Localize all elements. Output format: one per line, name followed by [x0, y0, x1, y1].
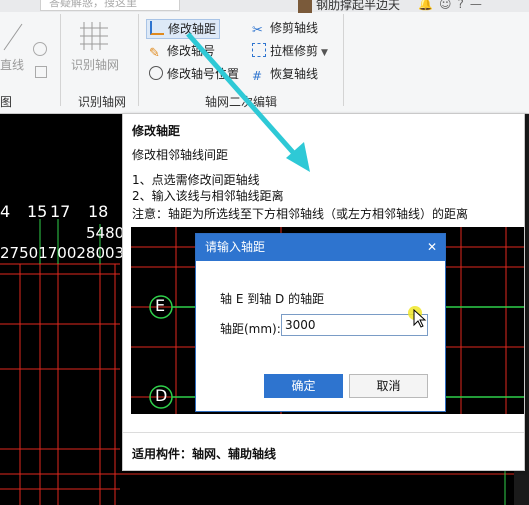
tooltip-note: 注意：轴距为所选线至下方相邻轴线（或左方相邻轴线）的距离 [132, 207, 469, 221]
spacing-label: 轴距(mm): [220, 322, 281, 336]
tooltip-title: 修改轴距 [132, 124, 181, 138]
search-input[interactable]: 答疑解惑，搜这里 [40, 0, 180, 11]
chevron-down-icon[interactable]: ▼ [321, 48, 328, 58]
user-account[interactable]: 钢肋撑起半边天 [298, 0, 400, 13]
rect-tool-icon[interactable] [35, 66, 47, 78]
line-tool-icon [3, 23, 23, 51]
circle-tool-icon[interactable] [33, 42, 47, 56]
chat-icon[interactable]: ☺ [439, 0, 458, 11]
axis-number-15: 15 [27, 202, 48, 221]
close-icon[interactable]: ✕ [427, 234, 437, 261]
edit-label-icon: ✎ [149, 46, 160, 61]
dimension-row: 275017002800320 [0, 244, 122, 262]
axis-number-4: 4 [0, 202, 11, 221]
avatar [298, 0, 312, 13]
dialog-title: 请输入轴距 [205, 240, 266, 254]
grid-recognize-icon [80, 22, 108, 50]
tooltip-footer: 适用构件：轴网、辅助轴线 [123, 432, 524, 471]
axis-label-d: D [155, 386, 168, 405]
axis-number-17: 17 [50, 202, 71, 221]
edit-spacing-icon [150, 21, 164, 35]
separator [138, 14, 139, 106]
dialog-message: 轴 E 到轴 D 的轴距 [220, 292, 325, 306]
dialog-title-bar: 请输入轴距 ✕ [196, 234, 445, 261]
axis-label-e: E [155, 296, 166, 315]
help-icon[interactable]: ? [457, 0, 469, 11]
spacing-input[interactable]: 3000 [281, 314, 428, 336]
grid-group-label: 识别轴网 [78, 95, 127, 109]
separator [343, 14, 344, 106]
ok-button[interactable]: 确定 [264, 374, 343, 398]
separator [60, 14, 61, 106]
line-tool-button[interactable]: 直线 [0, 56, 24, 74]
top-icons[interactable]: 🔔☺?— [418, 0, 488, 11]
minimize-icon[interactable]: — [470, 0, 488, 11]
axis-spacing-dialog: 请输入轴距 ✕ 轴 E 到轴 D 的轴距 轴距(mm): 3000 确定 取消 [195, 233, 446, 412]
dimension-5480: 5480 [86, 224, 125, 242]
recognize-grid-button[interactable]: 识别轴网 [71, 56, 119, 74]
left-group-label: 图 [0, 95, 13, 109]
axis-number-18: 18 [88, 202, 109, 221]
annotation-arrow [186, 32, 310, 172]
cursor-icon [413, 309, 427, 328]
cancel-button[interactable]: 取消 [349, 374, 428, 398]
label-position-icon [149, 66, 163, 80]
tooltip-step2: 2、输入该线与相邻轴线距离 [132, 189, 284, 203]
bell-icon[interactable]: 🔔 [418, 0, 439, 11]
